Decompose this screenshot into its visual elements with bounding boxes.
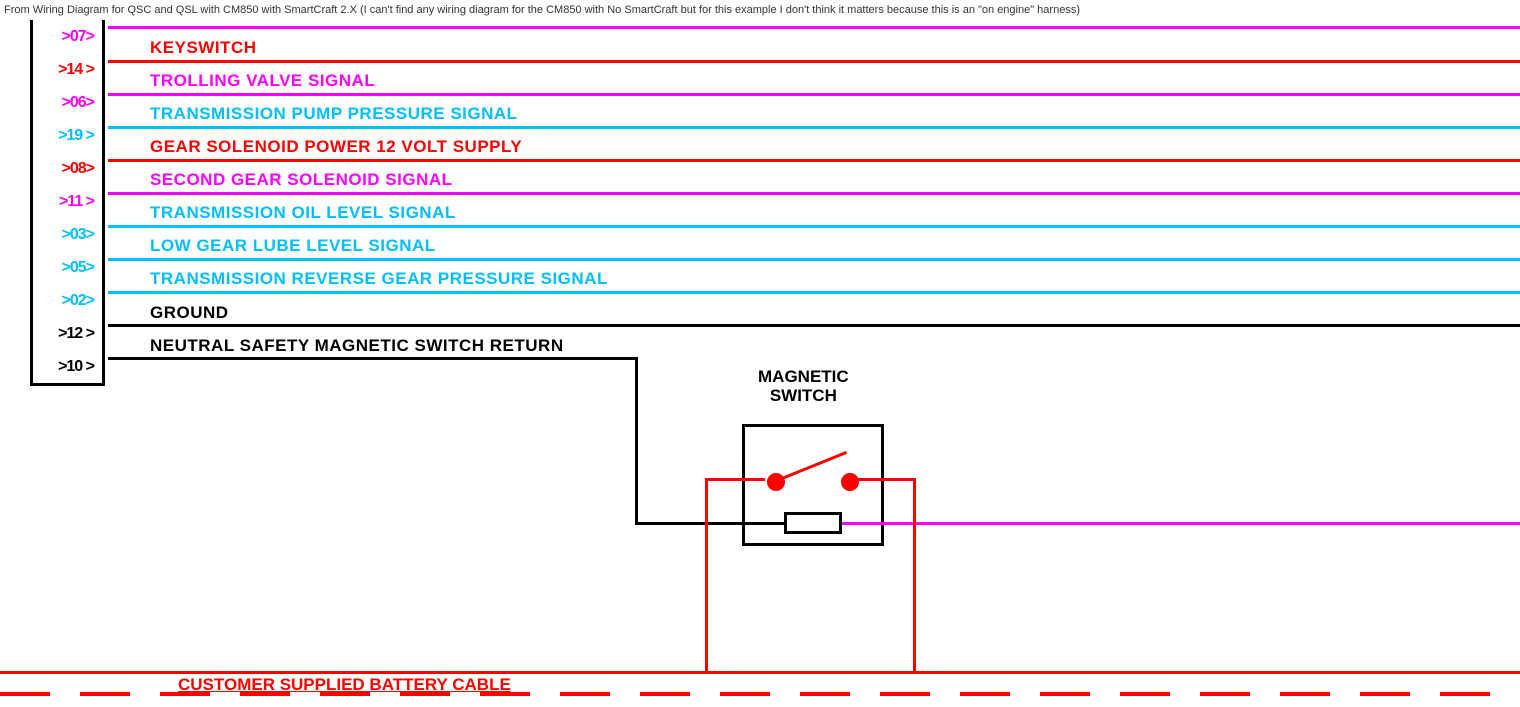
switch-arm <box>776 451 847 482</box>
battery-cable-label: CUSTOMER SUPPLIED BATTERY CABLE <box>178 675 511 695</box>
pin-07: >07> <box>33 20 102 53</box>
magnetic-switch-title2: SWITCH <box>770 386 837 405</box>
wire-label-oil-level: TRANSMISSION OIL LEVEL SIGNAL <box>150 203 456 223</box>
wire-11 <box>108 192 1520 195</box>
pin-10: >10 > <box>33 350 102 383</box>
wire-05 <box>108 258 1520 261</box>
wire-14 <box>108 60 1520 63</box>
switch-coil <box>784 512 842 534</box>
wire-label-lube-level: LOW GEAR LUBE LEVEL SIGNAL <box>150 236 436 256</box>
pin-06: >06> <box>33 86 102 119</box>
wire-02 <box>108 291 1520 294</box>
wire-label-second-gear: SECOND GEAR SOLENOID SIGNAL <box>150 170 453 190</box>
magnetic-switch-title1: MAGNETIC <box>758 367 849 386</box>
wire-06 <box>108 93 1520 96</box>
wire-07 <box>108 26 1520 29</box>
pin-12: >12 > <box>33 317 102 350</box>
switch-red-right-h <box>858 478 916 481</box>
wire-08 <box>108 159 1520 162</box>
wire-10 <box>108 357 638 360</box>
pin-03: >03> <box>33 218 102 251</box>
caption-text: From Wiring Diagram for QSC and QSL with… <box>4 4 1080 16</box>
switch-terminal-right <box>841 473 859 491</box>
pin-05: >05> <box>33 251 102 284</box>
pin-02: >02> <box>33 284 102 317</box>
wire-label-solenoid-power: GEAR SOLENOID POWER 12 VOLT SUPPLY <box>150 137 522 157</box>
coil-right-wire <box>842 522 1520 525</box>
pin-11: >11 > <box>33 185 102 218</box>
pin-08: >08> <box>33 152 102 185</box>
wire-10-drop <box>635 357 638 525</box>
magnetic-switch-label: MAGNETIC SWITCH <box>758 368 849 405</box>
wire-label-keyswitch: KEYSWITCH <box>150 38 257 58</box>
wire-label-reverse-gear: TRANSMISSION REVERSE GEAR PRESSURE SIGNA… <box>150 269 608 289</box>
wire-label-ground: GROUND <box>150 303 229 323</box>
wire-19 <box>108 126 1520 129</box>
wire-12 <box>108 324 1520 327</box>
pin-19: >19 > <box>33 119 102 152</box>
wire-03 <box>108 225 1520 228</box>
wire-label-pump-pressure: TRANSMISSION PUMP PRESSURE SIGNAL <box>150 104 518 124</box>
switch-red-right-v <box>913 478 916 674</box>
connector-block: >07> >14 > >06> >19 > >08> >11 > >03> >0… <box>30 20 105 386</box>
switch-red-left-v <box>705 478 708 674</box>
coil-left-wire <box>742 522 784 525</box>
pin-14: >14 > <box>33 53 102 86</box>
magnetic-switch-box <box>742 424 884 546</box>
switch-red-left-h <box>705 478 765 481</box>
wire-10-to-switch <box>635 522 745 525</box>
wire-label-neutral-safety: NEUTRAL SAFETY MAGNETIC SWITCH RETURN <box>150 336 564 356</box>
battery-cable-solid <box>0 671 1520 674</box>
wire-label-trolling: TROLLING VALVE SIGNAL <box>150 71 375 91</box>
